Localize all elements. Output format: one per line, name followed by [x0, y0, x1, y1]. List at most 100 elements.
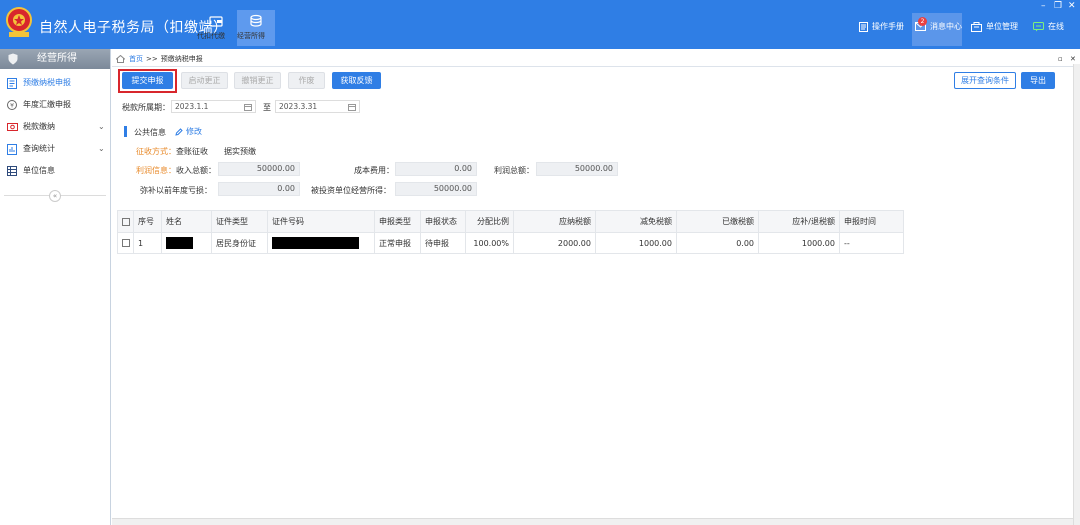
tax-emblem-icon — [6, 7, 32, 37]
submit-declaration-button[interactable]: 提交申报 — [122, 72, 173, 89]
row-id-type: 居民身份证 — [211, 232, 268, 254]
table-row[interactable]: 1 居民身份证 正常申报 待申报 100.00% 2000.00 1000.00… — [117, 232, 904, 254]
breadcrumb-divider — [112, 66, 1080, 67]
yen-circle-icon: ¥ — [7, 100, 17, 110]
declaration-table: 序号 姓名 证件类型 证件号码 申报类型 申报状态 分配比例 应纳税额 减免税额… — [117, 210, 904, 254]
payment-icon — [7, 123, 18, 131]
document-icon — [859, 21, 868, 32]
period-label: 税款所属期： — [122, 103, 170, 112]
invested-income-field: 50000.00 — [395, 182, 477, 196]
chat-icon — [1033, 21, 1044, 31]
nav-label: 代扣代缴 — [197, 32, 225, 40]
redacted-id-number — [272, 237, 359, 249]
public-info-title: 公共信息 — [134, 128, 166, 137]
messages-label: 消息中心 — [930, 22, 962, 31]
sidebar-header: 经营所得 — [0, 49, 110, 69]
nav-withholding[interactable]: 代扣代缴 — [197, 10, 235, 46]
tab-restore-button[interactable]: ▫ — [1058, 55, 1063, 63]
grid-table-icon — [7, 166, 17, 176]
breadcrumb-home-link[interactable]: 首页 — [129, 54, 143, 64]
loss-label: 弥补以前年度亏损： — [140, 186, 212, 195]
sidebar-item-query-stats[interactable]: 查询统计 ⌄ — [0, 138, 110, 160]
table-header-row: 序号 姓名 证件类型 证件号码 申报类型 申报状态 分配比例 应纳税额 减免税额… — [117, 210, 904, 233]
sidebar-item-label: 查询统计 — [23, 144, 55, 153]
horizontal-scrollbar[interactable] — [112, 518, 1073, 525]
minimize-button[interactable]: – — [1041, 1, 1046, 11]
col-header-tax-relief: 减免税额 — [595, 210, 677, 233]
manual-label: 操作手册 — [872, 22, 904, 31]
svg-text:¥: ¥ — [10, 103, 14, 110]
edit-public-info-link[interactable]: 修改 — [175, 126, 202, 137]
shield-icon — [8, 53, 18, 65]
coins-icon — [250, 14, 262, 27]
sidebar-item-tax-payment[interactable]: 税款缴纳 ⌄ — [0, 116, 110, 138]
col-header-time: 申报时间 — [839, 210, 904, 233]
row-name — [161, 232, 212, 254]
row-tax-payable: 2000.00 — [513, 232, 596, 254]
select-all-checkbox[interactable] — [122, 217, 130, 226]
online-status-button[interactable]: 在线 — [1033, 21, 1064, 32]
tab-close-button[interactable]: ✕ — [1070, 55, 1076, 63]
get-feedback-button[interactable]: 获取反馈 — [332, 72, 381, 89]
period-to-label: 至 — [263, 103, 271, 112]
row-select-cell[interactable] — [117, 232, 134, 254]
calendar-icon — [244, 104, 252, 111]
home-icon — [116, 55, 125, 63]
row-index: 1 — [133, 232, 162, 254]
sidebar-item-prepay-declare[interactable]: 预缴纳税申报 — [0, 72, 110, 94]
profit-total-label: 利润总额： — [494, 166, 534, 175]
export-button[interactable]: 导出 — [1021, 72, 1055, 89]
restore-button[interactable]: ❐ — [1054, 1, 1062, 11]
manual-button[interactable]: 操作手册 — [859, 21, 904, 32]
cancel-correction-button[interactable]: 撤销更正 — [234, 72, 281, 89]
row-tax-due: 1000.00 — [758, 232, 840, 254]
unit-label: 单位管理 — [986, 22, 1018, 31]
collect-method-detail: 据实预缴 — [224, 147, 256, 156]
period-start-value: 2023.1.1 — [175, 102, 209, 111]
breadcrumb: 首页 >> 预缴纳税申报 — [116, 54, 203, 64]
period-start-input[interactable]: 2023.1.1 — [171, 100, 256, 113]
row-report-type: 正常申报 — [374, 232, 421, 254]
row-status: 待申报 — [420, 232, 466, 254]
unit-management-button[interactable]: 单位管理 — [971, 21, 1018, 32]
nav-label: 经营所得 — [237, 32, 265, 40]
sidebar-item-label: 税款缴纳 — [23, 122, 55, 131]
wallet-icon — [209, 16, 223, 27]
col-header-name: 姓名 — [161, 210, 212, 233]
row-tax-relief: 1000.00 — [595, 232, 677, 254]
sidebar-item-annual-declare[interactable]: ¥ 年度汇缴申报 — [0, 94, 110, 116]
building-icon — [971, 21, 982, 32]
sidebar-item-label: 年度汇缴申报 — [23, 100, 71, 109]
collect-method-label: 征收方式： — [136, 147, 176, 156]
expand-query-button[interactable]: 展开查询条件 — [954, 72, 1016, 89]
income-label: 收入总额： — [176, 166, 216, 175]
main-content: 首页 >> 预缴纳税申报 ▫ ✕ 提交申报 启动更正 撤销更正 作废 获取反馈 … — [112, 49, 1080, 525]
col-header-id-number: 证件号码 — [267, 210, 375, 233]
start-correction-button[interactable]: 启动更正 — [181, 72, 228, 89]
col-header-tax-due: 应补/退税额 — [758, 210, 840, 233]
breadcrumb-separator: >> — [146, 55, 158, 63]
report-icon — [7, 144, 17, 155]
period-end-input[interactable]: 2023.3.31 — [275, 100, 360, 113]
col-header-tax-paid: 已缴税额 — [676, 210, 759, 233]
form-icon — [7, 78, 17, 89]
nav-business-income[interactable]: 经营所得 — [237, 10, 275, 46]
sidebar-collapse-button[interactable]: « — [49, 190, 61, 202]
col-header-id-type: 证件类型 — [211, 210, 268, 233]
vertical-scrollbar[interactable] — [1073, 64, 1080, 525]
row-ratio: 100.00% — [465, 232, 514, 254]
void-button[interactable]: 作废 — [288, 72, 325, 89]
redacted-name — [166, 237, 193, 249]
breadcrumb-current: 预缴纳税申报 — [160, 55, 203, 63]
sidebar-item-unit-info[interactable]: 单位信息 — [0, 160, 110, 182]
select-all-cell[interactable] — [117, 210, 134, 233]
online-label: 在线 — [1048, 22, 1064, 31]
row-checkbox[interactable] — [122, 239, 130, 247]
chevron-down-icon: ⌄ — [98, 144, 105, 153]
profit-total-field: 50000.00 — [536, 162, 618, 176]
col-header-tax-payable: 应纳税额 — [513, 210, 596, 233]
app-header: 自然人电子税务局（扣缴端） 代扣代缴 经营所得 – ❐ ✕ 操作手册 消息中心 … — [0, 0, 1080, 49]
edit-label: 修改 — [186, 127, 202, 136]
close-window-button[interactable]: ✕ — [1068, 1, 1076, 11]
loss-field: 0.00 — [218, 182, 300, 196]
